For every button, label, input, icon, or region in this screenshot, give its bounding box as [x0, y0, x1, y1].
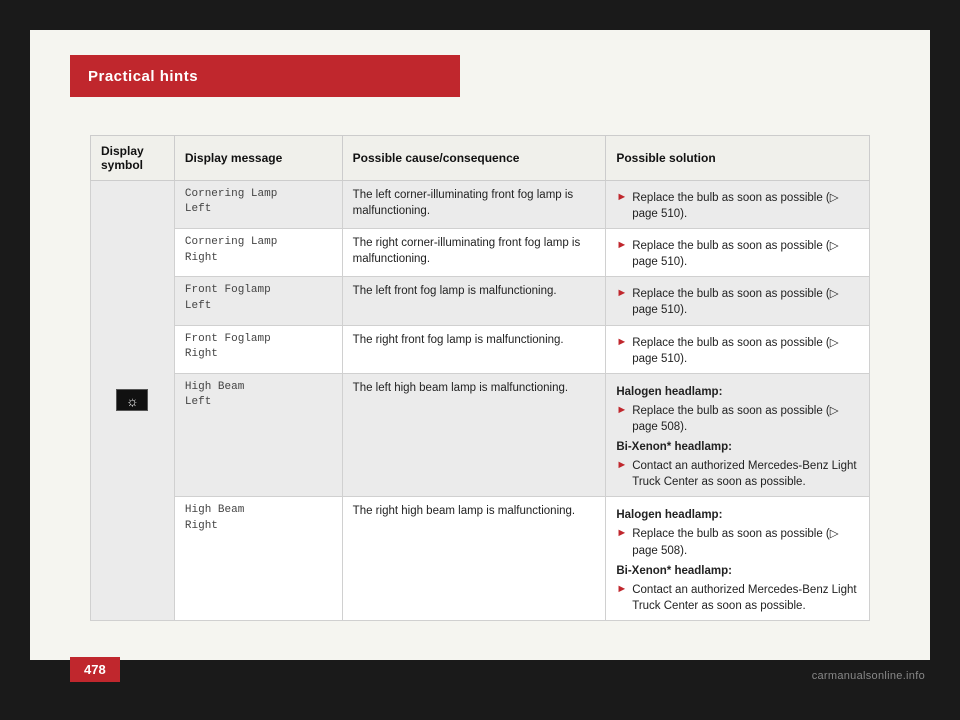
cause-cell: The left high beam lamp is malfunctionin…: [342, 373, 606, 497]
col-header-message: Display message: [174, 136, 342, 181]
page-title: Practical hints: [88, 68, 198, 85]
solution-bullet: ► Replace the bulb as soon as possible (▷…: [616, 335, 859, 367]
cause-cell: The right high beam lamp is malfunctioni…: [342, 497, 606, 621]
solution-text: Replace the bulb as soon as possible (▷ …: [632, 403, 859, 435]
table-row: ☼Cornering LampLeftThe left corner-illum…: [91, 181, 870, 229]
bullet-arrow-icon: ►: [616, 190, 627, 205]
table-row: Front FoglampRightThe right front fog la…: [91, 325, 870, 373]
table-header-row: Display symbol Display message Possible …: [91, 136, 870, 181]
bullet-arrow-icon: ►: [616, 458, 627, 473]
bullet-arrow-icon: ►: [616, 286, 627, 301]
col-header-symbol: Display symbol: [91, 136, 175, 181]
watermark: carmanualsonline.info: [812, 670, 925, 682]
table-row: High BeamLeftThe left high beam lamp is …: [91, 373, 870, 497]
solution-text: Replace the bulb as soon as possible (▷ …: [632, 238, 859, 270]
bullet-arrow-icon: ►: [616, 403, 627, 418]
message-cell: Cornering LampLeft: [174, 181, 342, 229]
solution-text: Replace the bulb as soon as possible (▷ …: [632, 190, 859, 222]
solution-cell: Halogen headlamp: ► Replace the bulb as so…: [606, 497, 870, 621]
page-number: 478: [70, 657, 120, 682]
solution-text: Replace the bulb as soon as possible (▷ …: [632, 335, 859, 367]
symbol-cell: ☼: [91, 181, 175, 621]
solution-bullet: ► Replace the bulb as soon as possible (▷…: [616, 238, 859, 270]
main-table-container: Display symbol Display message Possible …: [90, 135, 870, 630]
solution-text: Contact an authorized Mercedes-Benz Ligh…: [632, 582, 859, 614]
solution-label: Halogen headlamp:: [616, 384, 859, 400]
solution-cell: ► Replace the bulb as soon as possible (▷…: [606, 277, 870, 325]
message-cell: Front FoglampLeft: [174, 277, 342, 325]
bullet-arrow-icon: ►: [616, 526, 627, 541]
solution-text: Replace the bulb as soon as possible (▷ …: [632, 526, 859, 558]
solution-bullet: ► Replace the bulb as soon as possible (▷…: [616, 190, 859, 222]
solution-bullet: ► Contact an authorized Mercedes-Benz Lig…: [616, 458, 859, 490]
solution-bullet: ► Contact an authorized Mercedes-Benz Lig…: [616, 582, 859, 614]
cause-cell: The left corner-illuminating front fog l…: [342, 181, 606, 229]
col-header-cause: Possible cause/consequence: [342, 136, 606, 181]
display-table: Display symbol Display message Possible …: [90, 135, 870, 621]
table-row: Cornering LampRightThe right corner-illu…: [91, 229, 870, 277]
header-bar: Practical hints: [70, 55, 460, 97]
solution-cell: ► Replace the bulb as soon as possible (▷…: [606, 181, 870, 229]
solution-text: Replace the bulb as soon as possible (▷ …: [632, 286, 859, 318]
col-header-solution: Possible solution: [606, 136, 870, 181]
cause-cell: The right front fog lamp is malfunctioni…: [342, 325, 606, 373]
message-cell: High BeamRight: [174, 497, 342, 621]
bullet-arrow-icon: ►: [616, 335, 627, 350]
table-row: High BeamRightThe right high beam lamp i…: [91, 497, 870, 621]
solution-text: Contact an authorized Mercedes-Benz Ligh…: [632, 458, 859, 490]
solution-cell: ► Replace the bulb as soon as possible (▷…: [606, 229, 870, 277]
solution-label: Bi-Xenon* headlamp:: [616, 439, 859, 455]
bullet-arrow-icon: ►: [616, 238, 627, 253]
solution-bullet: ► Replace the bulb as soon as possible (▷…: [616, 403, 859, 435]
solution-cell: Halogen headlamp: ► Replace the bulb as so…: [606, 373, 870, 497]
solution-bullet: ► Replace the bulb as soon as possible (▷…: [616, 526, 859, 558]
bullet-arrow-icon: ►: [616, 582, 627, 597]
solution-bullet: ► Replace the bulb as soon as possible (▷…: [616, 286, 859, 318]
cause-cell: The left front fog lamp is malfunctionin…: [342, 277, 606, 325]
message-cell: Front FoglampRight: [174, 325, 342, 373]
solution-label: Halogen headlamp:: [616, 507, 859, 523]
table-row: Front FoglampLeftThe left front fog lamp…: [91, 277, 870, 325]
cause-cell: The right corner-illuminating front fog …: [342, 229, 606, 277]
message-cell: Cornering LampRight: [174, 229, 342, 277]
message-cell: High BeamLeft: [174, 373, 342, 497]
solution-cell: ► Replace the bulb as soon as possible (▷…: [606, 325, 870, 373]
solution-label: Bi-Xenon* headlamp:: [616, 563, 859, 579]
lamp-warning-icon: ☼: [116, 389, 148, 411]
